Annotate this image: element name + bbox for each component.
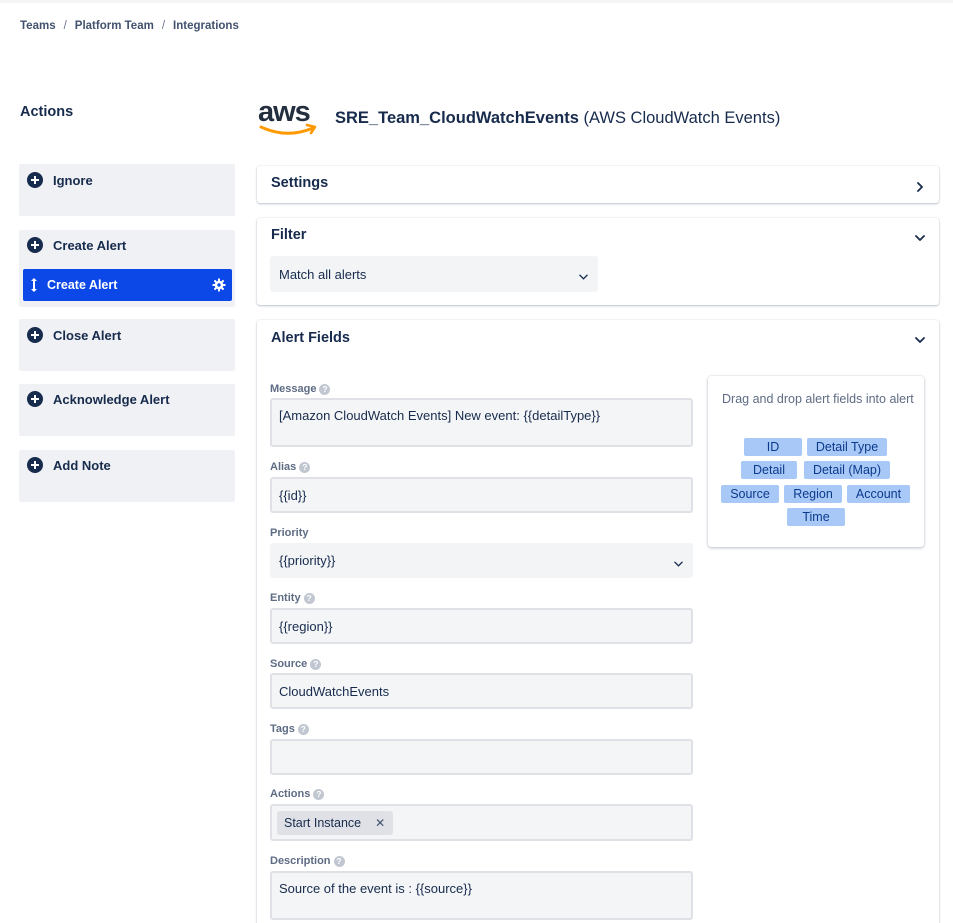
field-pill-id[interactable]: ID — [744, 438, 802, 456]
help-icon[interactable]: ? — [313, 788, 325, 800]
integration-type: (AWS CloudWatch Events) — [583, 109, 781, 127]
alert-fields-panel: Alert Fields Message ? [Amazon CloudWatc… — [257, 320, 939, 923]
actions-title: Actions — [20, 104, 74, 120]
filter-panel: Filter Match all alerts — [257, 218, 939, 305]
breadcrumb-platform-team[interactable]: Platform Team — [75, 20, 154, 32]
action-ignore[interactable]: Ignore — [19, 164, 235, 216]
help-icon[interactable]: ? — [319, 383, 331, 395]
source-label: Source ? — [270, 658, 322, 670]
alert-fields-title: Alert Fields — [271, 330, 350, 346]
help-icon[interactable]: ? — [333, 855, 345, 867]
drag-drop-hint: Drag and drop alert fields into alert — [722, 392, 914, 406]
action-create-alert: Create Alert Create Alert — [19, 230, 235, 307]
action-acknowledge-alert[interactable]: Acknowledge Alert — [19, 384, 235, 436]
chevron-down-icon — [674, 556, 683, 567]
svg-text:aws: aws — [258, 97, 310, 128]
field-pill-account[interactable]: Account — [847, 485, 910, 503]
field-pill-detail-type[interactable]: Detail Type — [807, 438, 887, 456]
plus-icon[interactable] — [27, 391, 43, 407]
field-pill-time[interactable]: Time — [787, 508, 845, 526]
tags-field[interactable] — [270, 739, 693, 775]
message-field[interactable]: [Amazon CloudWatch Events] New event: {{… — [270, 398, 693, 447]
help-icon[interactable]: ? — [299, 461, 311, 473]
description-label: Description ? — [270, 855, 345, 867]
top-border — [0, 0, 953, 3]
action-chip: Start Instance ✕ — [277, 811, 394, 835]
filter-select-value: Match all alerts — [279, 266, 367, 282]
action-label: Acknowledge Alert — [53, 391, 170, 407]
priority-select[interactable]: {{priority}} — [270, 543, 693, 578]
priority-label: Priority — [270, 527, 309, 539]
plus-icon[interactable] — [27, 327, 43, 343]
rule-label: Create Alert — [47, 278, 118, 292]
help-icon[interactable]: ? — [310, 658, 322, 670]
aws-logo: aws — [257, 96, 319, 137]
entity-field[interactable]: {{region}} — [270, 608, 693, 644]
action-label: Ignore — [53, 172, 93, 188]
entity-label: Entity ? — [270, 592, 315, 604]
close-icon[interactable]: ✕ — [375, 816, 385, 830]
breadcrumb-teams[interactable]: Teams — [20, 20, 56, 32]
actions-field[interactable]: Start Instance ✕ — [270, 804, 693, 841]
description-field[interactable]: Source of the event is : {{source}} — [270, 871, 693, 920]
message-label: Message ? — [270, 383, 331, 395]
action-label: Create Alert — [53, 237, 127, 253]
breadcrumb-integrations[interactable]: Integrations — [173, 20, 239, 32]
drag-handle-icon[interactable] — [29, 277, 39, 293]
plus-icon[interactable] — [27, 172, 43, 188]
action-close-alert[interactable]: Close Alert — [19, 319, 235, 371]
drag-drop-fields-box: Drag and drop alert fields into alert ID… — [708, 376, 924, 547]
chevron-right-icon[interactable] — [915, 179, 925, 192]
chevron-down-icon[interactable] — [915, 332, 925, 343]
breadcrumb-separator: / — [161, 20, 166, 32]
source-field[interactable]: CloudWatchEvents — [270, 673, 693, 709]
integration-name: SRE_Team_CloudWatchEvents — [335, 109, 579, 127]
tags-label: Tags ? — [270, 723, 309, 735]
create-alert-rule-active[interactable]: Create Alert — [23, 269, 232, 301]
chevron-down-icon — [579, 270, 588, 280]
action-add-note[interactable]: Add Note — [19, 450, 235, 502]
field-pill-region[interactable]: Region — [784, 485, 842, 503]
chevron-down-icon[interactable] — [915, 230, 925, 241]
plus-icon[interactable] — [27, 237, 43, 253]
breadcrumb-separator: / — [63, 20, 67, 32]
help-icon[interactable]: ? — [303, 592, 315, 604]
plus-icon[interactable] — [27, 457, 43, 473]
settings-title: Settings — [271, 175, 329, 191]
field-pill-source[interactable]: Source — [721, 485, 779, 503]
field-pill-detail-map[interactable]: Detail (Map) — [804, 461, 890, 479]
alias-field[interactable]: {{id}} — [270, 477, 693, 513]
filter-select[interactable]: Match all alerts — [270, 256, 598, 292]
settings-panel[interactable]: Settings — [257, 166, 939, 203]
breadcrumb: Teams / Platform Team / Integrations — [20, 20, 239, 32]
integration-title: SRE_Team_CloudWatchEvents (AWS CloudWatc… — [335, 109, 780, 128]
help-icon[interactable]: ? — [297, 723, 309, 735]
field-pill-detail[interactable]: Detail — [741, 461, 797, 479]
action-label: Close Alert — [53, 327, 122, 343]
actions-label: Actions ? — [270, 788, 325, 800]
action-label: Add Note — [53, 457, 111, 473]
filter-title: Filter — [271, 227, 307, 243]
alias-label: Alias ? — [270, 461, 311, 473]
gear-icon[interactable] — [212, 278, 226, 292]
